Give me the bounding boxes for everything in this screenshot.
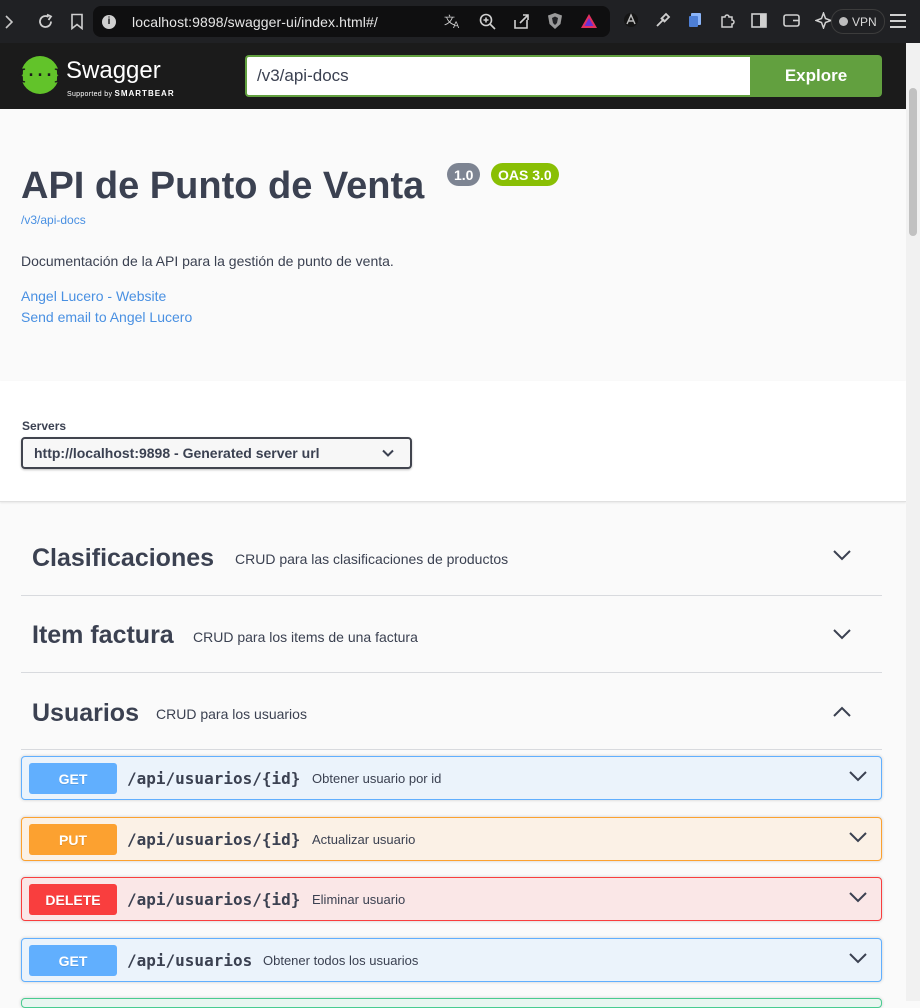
- chevron-down-icon: [381, 446, 395, 463]
- swagger-logo-text[interactable]: Swagger: [66, 57, 161, 85]
- chevron-down-icon[interactable]: [832, 548, 852, 567]
- operation-path: /api/usuarios: [127, 951, 253, 970]
- bookmark-icon[interactable]: [68, 13, 86, 31]
- api-info: API de Punto de Venta 1.0 OAS 3.0 /v3/ap…: [0, 109, 906, 381]
- tag-description: CRUD para los items de una factura: [193, 629, 418, 645]
- vpn-status-icon: [839, 17, 848, 26]
- address-bar[interactable]: i localhost:9898/swagger-ui/index.html#/…: [93, 6, 610, 37]
- extension-a-icon[interactable]: [622, 11, 640, 29]
- method-badge: PUT: [29, 824, 117, 855]
- chevron-down-icon[interactable]: [848, 951, 868, 970]
- method-badge: GET: [29, 945, 117, 976]
- zoom-icon[interactable]: [478, 12, 496, 30]
- translate-icon[interactable]: 文A: [444, 12, 462, 30]
- hamburger-menu-icon[interactable]: [890, 14, 906, 32]
- wallet-icon[interactable]: [782, 11, 800, 29]
- version-badge: 1.0: [447, 163, 481, 186]
- vpn-button[interactable]: VPN: [831, 9, 885, 34]
- spec-link[interactable]: /v3/api-docs: [21, 213, 86, 227]
- brave-shields-icon[interactable]: [546, 12, 564, 30]
- swagger-logo-icon[interactable]: {···}: [17, 56, 63, 94]
- browser-extensions: [622, 11, 832, 29]
- tag-item-factura[interactable]: Item factura CRUD para los items de una …: [21, 596, 882, 673]
- tagline-brand: SMARTBEAR: [114, 89, 175, 98]
- server-select[interactable]: http://localhost:9898 - Generated server…: [21, 437, 412, 469]
- servers-label: Servers: [22, 419, 67, 433]
- chevron-down-icon[interactable]: [848, 890, 868, 909]
- chevron-right-icon[interactable]: [4, 13, 14, 31]
- leo-ai-icon[interactable]: [814, 11, 832, 29]
- explore-button[interactable]: Explore: [750, 55, 882, 97]
- oas-badge: OAS 3.0: [491, 163, 559, 186]
- tag-description: CRUD para las clasificaciones de product…: [235, 551, 509, 567]
- method-badge: DELETE: [29, 884, 117, 915]
- operation-post-partial[interactable]: [21, 998, 882, 1008]
- eyedropper-icon[interactable]: [654, 11, 672, 29]
- vpn-label: VPN: [852, 14, 877, 29]
- tag-description: CRUD para los usuarios: [156, 706, 307, 722]
- operation-delete-usuario[interactable]: DELETE /api/usuarios/{id} Eliminar usuar…: [21, 877, 882, 921]
- operation-summary: Eliminar usuario: [312, 892, 406, 907]
- api-description: Documentación de la API para la gestión …: [21, 253, 394, 269]
- share-icon[interactable]: [512, 12, 530, 30]
- address-url[interactable]: localhost:9898/swagger-ui/index.html#/: [132, 14, 378, 30]
- operation-summary: Actualizar usuario: [312, 832, 416, 847]
- browser-nav: [0, 13, 86, 31]
- operation-summary: Obtener todos los usuarios: [263, 953, 419, 968]
- brave-rewards-icon[interactable]: [580, 12, 598, 30]
- chevron-down-icon[interactable]: [848, 830, 868, 849]
- tag-name: Clasificaciones: [32, 544, 215, 572]
- operation-get-usuario-by-id[interactable]: GET /api/usuarios/{id} Obtener usuario p…: [21, 756, 882, 800]
- operation-get-usuarios[interactable]: GET /api/usuarios Obtener todos los usua…: [21, 938, 882, 982]
- sidebar-icon[interactable]: [750, 11, 768, 29]
- page-scrollbar[interactable]: [906, 43, 920, 1001]
- chevron-down-icon[interactable]: [848, 769, 868, 788]
- tag-clasificaciones[interactable]: Clasificaciones CRUD para las clasificac…: [21, 519, 882, 596]
- operation-summary: Obtener usuario por id: [312, 771, 442, 786]
- operation-path: /api/usuarios/{id}: [127, 769, 301, 788]
- reload-icon[interactable]: [36, 13, 54, 31]
- tag-name: Usuarios: [32, 699, 139, 727]
- svg-text:A: A: [453, 21, 460, 29]
- smartbear-tagline: Supported by SMARTBEAR: [67, 89, 175, 98]
- page-title: API de Punto de Venta: [21, 165, 425, 207]
- operation-path: /api/usuarios/{id}: [127, 830, 301, 849]
- tag-usuarios[interactable]: Usuarios CRUD para los usuarios: [21, 673, 882, 750]
- scrollbar-thumb[interactable]: [909, 88, 917, 236]
- method-badge: GET: [29, 763, 117, 794]
- puzzle-icon[interactable]: [718, 11, 736, 29]
- chevron-down-icon[interactable]: [832, 627, 852, 646]
- browser-toolbar: i localhost:9898/swagger-ui/index.html#/…: [0, 0, 920, 43]
- swagger-topbar: {···} Swagger Supported by SMARTBEAR Exp…: [0, 43, 906, 109]
- operation-path: /api/usuarios/{id}: [127, 890, 301, 909]
- spec-url-input[interactable]: [245, 55, 750, 97]
- contact-website-link[interactable]: Angel Lucero - Website: [21, 288, 166, 304]
- server-selected-value: http://localhost:9898 - Generated server…: [34, 445, 320, 461]
- chevron-up-icon[interactable]: [832, 705, 852, 724]
- tag-name: Item factura: [32, 621, 174, 649]
- contact-email-link[interactable]: Send email to Angel Lucero: [21, 309, 192, 325]
- copy-extension-icon[interactable]: [686, 11, 704, 29]
- tagline-prefix: Supported by: [67, 91, 113, 98]
- operation-put-usuario[interactable]: PUT /api/usuarios/{id} Actualizar usuari…: [21, 817, 882, 861]
- site-info-icon[interactable]: i: [102, 14, 116, 29]
- servers-section: Servers http://localhost:9898 - Generate…: [0, 381, 906, 502]
